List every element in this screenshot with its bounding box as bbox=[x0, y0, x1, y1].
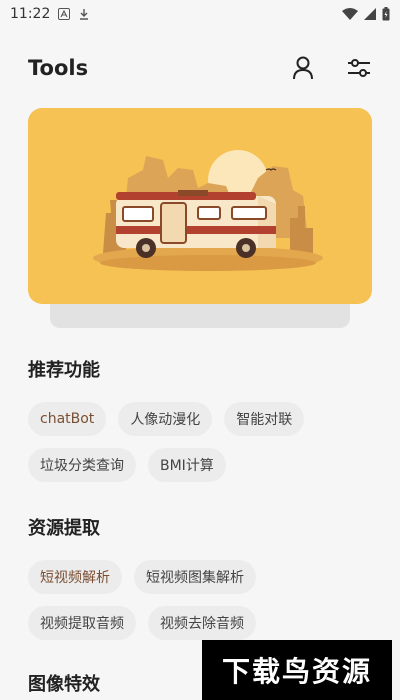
watermark-logo: 下载鸟资源 bbox=[202, 640, 392, 700]
wifi-icon bbox=[342, 8, 358, 20]
chip-garbage-classification[interactable]: 垃圾分类查询 bbox=[28, 448, 136, 482]
camper-van-illustration bbox=[93, 150, 323, 271]
status-bar: 11:22 bbox=[0, 0, 400, 28]
section-title-recommended: 推荐功能 bbox=[28, 360, 100, 381]
settings-button[interactable] bbox=[346, 55, 372, 81]
chip-smart-couplet[interactable]: 智能对联 bbox=[224, 402, 305, 436]
battery-icon bbox=[382, 7, 390, 21]
profile-button[interactable] bbox=[290, 55, 316, 81]
chip-bmi-calculator[interactable]: BMI计算 bbox=[148, 448, 226, 482]
chip-short-video-parse[interactable]: 短视频解析 bbox=[28, 560, 122, 594]
chip-chatbot[interactable]: chatBot bbox=[28, 402, 107, 436]
notification-a-icon bbox=[58, 8, 71, 20]
chip-video-extract-audio[interactable]: 视频提取音频 bbox=[28, 606, 136, 640]
sliders-icon bbox=[348, 59, 370, 77]
section-title-resource-extract: 资源提取 bbox=[28, 518, 100, 539]
chip-short-video-gallery-parse[interactable]: 短视频图集解析 bbox=[134, 560, 256, 594]
status-right bbox=[342, 7, 390, 21]
download-icon bbox=[80, 9, 89, 20]
chips-resource-extract: 短视频解析 短视频图集解析 视频提取音频 视频去除音频 bbox=[28, 560, 372, 640]
signal-icon bbox=[364, 8, 376, 20]
user-icon bbox=[293, 56, 313, 80]
page-title: Tools bbox=[28, 56, 89, 80]
chips-recommended: chatBot 人像动漫化 智能对联 垃圾分类查询 BMI计算 bbox=[28, 402, 372, 482]
chip-video-remove-audio[interactable]: 视频去除音频 bbox=[148, 606, 256, 640]
app-header: Tools bbox=[0, 28, 400, 108]
status-left: 11:22 bbox=[10, 6, 90, 22]
banner-container bbox=[28, 108, 372, 328]
header-actions bbox=[290, 55, 372, 81]
status-time: 11:22 bbox=[10, 6, 51, 22]
chip-portrait-anime[interactable]: 人像动漫化 bbox=[118, 402, 213, 436]
banner-image[interactable] bbox=[28, 108, 372, 304]
